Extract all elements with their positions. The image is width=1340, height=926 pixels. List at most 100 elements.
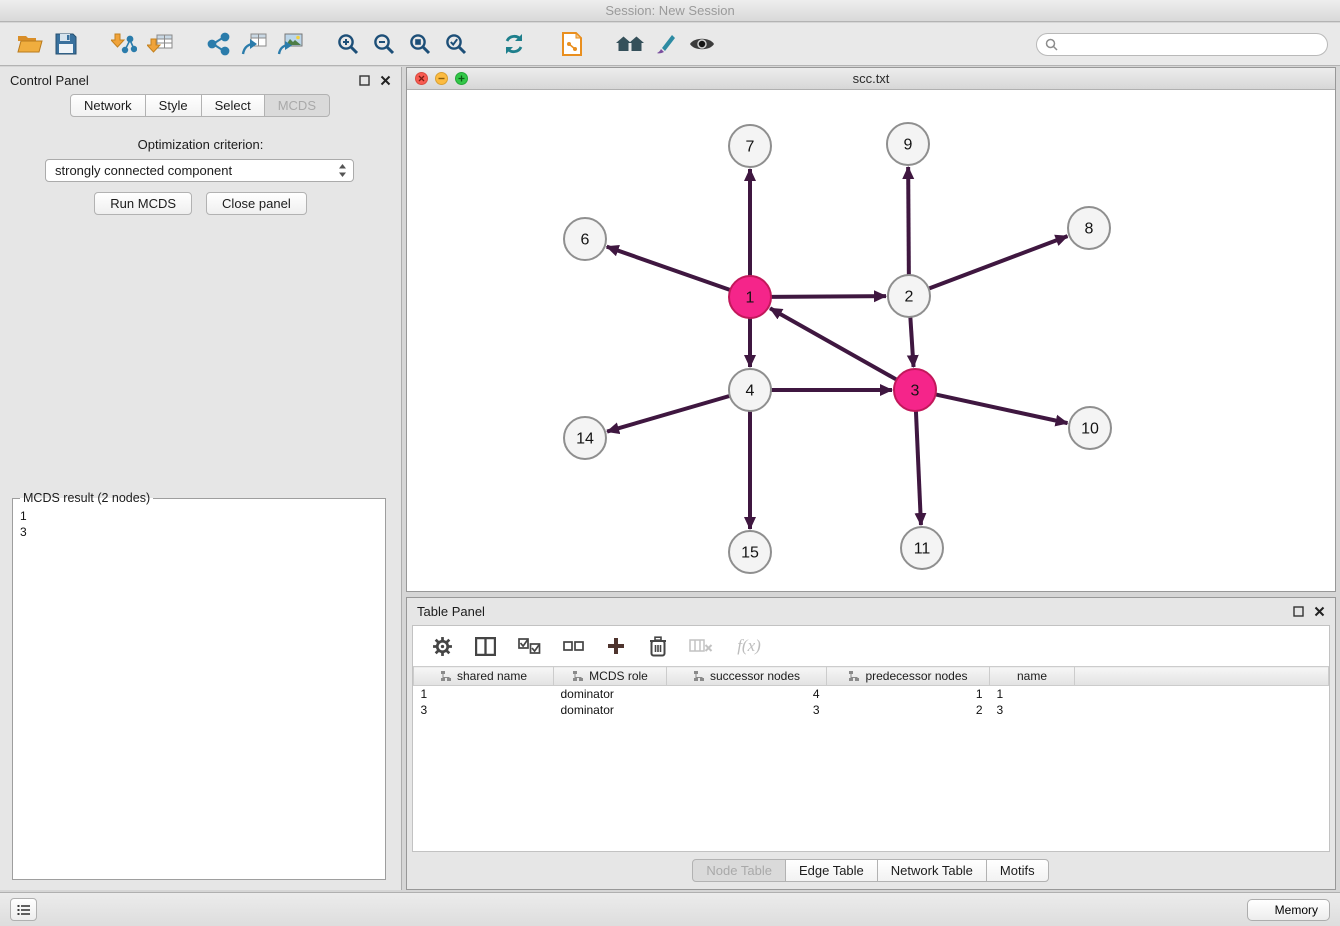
- tab-network-table[interactable]: Network Table: [877, 859, 987, 882]
- tab-node-table[interactable]: Node Table: [692, 859, 786, 882]
- graph-node-6[interactable]: 6: [564, 218, 606, 260]
- svg-text:4: 4: [746, 383, 755, 400]
- tab-edge-table[interactable]: Edge Table: [785, 859, 878, 882]
- table-settings-button[interactable]: [429, 629, 455, 663]
- open-session-button[interactable]: [12, 27, 48, 61]
- search-field[interactable]: [1036, 33, 1328, 56]
- svg-text:14: 14: [576, 431, 594, 448]
- close-panel-icon[interactable]: [380, 75, 391, 86]
- svg-text:11: 11: [914, 541, 931, 558]
- graph-node-1[interactable]: 1: [729, 276, 771, 318]
- graph-node-4[interactable]: 4: [729, 369, 771, 411]
- close-window-button[interactable]: [415, 72, 428, 85]
- export-table-button[interactable]: [236, 27, 272, 61]
- mcds-result-text: 1 3: [20, 508, 378, 540]
- first-neighbors-button[interactable]: [612, 27, 648, 61]
- graph-node-14[interactable]: 14: [564, 417, 606, 459]
- minimize-window-button[interactable]: [435, 72, 448, 85]
- deselect-all-columns-button[interactable]: [560, 629, 586, 663]
- run-mcds-button[interactable]: Run MCDS: [94, 192, 192, 215]
- save-session-button[interactable]: [48, 27, 84, 61]
- zoom-selected-button[interactable]: [438, 27, 474, 61]
- graph-edge-2-3[interactable]: [910, 317, 913, 367]
- svg-text:1: 1: [746, 290, 755, 307]
- style-paint-button[interactable]: [648, 27, 684, 61]
- table-row[interactable]: 3dominator323: [414, 702, 1329, 718]
- window-titlebar: Session: New Session: [0, 0, 1340, 22]
- graph-edge-2-9[interactable]: [908, 167, 909, 275]
- close-table-panel-icon[interactable]: [1314, 606, 1325, 617]
- select-all-columns-button[interactable]: [515, 629, 543, 663]
- column-header-name[interactable]: name: [990, 667, 1075, 686]
- float-panel-icon[interactable]: [359, 75, 370, 86]
- column-header-shared-name[interactable]: shared name: [414, 667, 554, 686]
- float-table-panel-icon[interactable]: [1293, 606, 1304, 617]
- graph-node-7[interactable]: 7: [729, 125, 771, 167]
- graph-edge-1-6[interactable]: [607, 247, 730, 290]
- export-image-button[interactable]: [272, 27, 308, 61]
- graph-node-9[interactable]: 9: [887, 123, 929, 165]
- graph-edge-3-10[interactable]: [936, 394, 1068, 423]
- svg-text:8: 8: [1085, 221, 1094, 238]
- network-view-window: scc.txt 7968124314101511: [406, 67, 1336, 592]
- tab-motifs[interactable]: Motifs: [986, 859, 1049, 882]
- add-row-button[interactable]: [603, 629, 629, 663]
- sort-hierarchy-icon: [693, 670, 705, 682]
- graph-edge-3-1[interactable]: [770, 308, 897, 379]
- network-file-button[interactable]: [554, 27, 590, 61]
- graph-edge-2-8[interactable]: [929, 236, 1068, 288]
- graph-edge-3-11[interactable]: [916, 411, 921, 525]
- table-panel: Table Panel: [406, 597, 1336, 890]
- zoom-fit-button[interactable]: [402, 27, 438, 61]
- zoom-in-button[interactable]: [330, 27, 366, 61]
- import-network-button[interactable]: [106, 27, 142, 61]
- column-header-predecessor-nodes[interactable]: predecessor nodes: [827, 667, 990, 686]
- zoom-window-button[interactable]: [455, 72, 468, 85]
- tab-network[interactable]: Network: [70, 94, 146, 117]
- select-all-icon: [518, 638, 541, 655]
- import-table-button[interactable]: [142, 27, 178, 61]
- tab-select[interactable]: Select: [201, 94, 265, 117]
- table-row[interactable]: 1dominator411: [414, 686, 1329, 702]
- graph-node-3[interactable]: 3: [894, 369, 936, 411]
- function-builder-button[interactable]: f(x): [732, 629, 766, 663]
- column-header-mcds-role[interactable]: MCDS role: [554, 667, 667, 686]
- graph-edge-4-14[interactable]: [607, 396, 730, 432]
- network-canvas[interactable]: 7 9 6 8 1 2 4 3 14 10 15 11: [407, 90, 1335, 591]
- zoom-fit-icon: [408, 32, 432, 56]
- column-header-filler: [1075, 667, 1329, 686]
- memory-button[interactable]: Memory: [1247, 899, 1330, 921]
- delete-rows-button[interactable]: [646, 629, 670, 663]
- search-input[interactable]: [1064, 37, 1319, 51]
- homes-icon: [616, 33, 644, 55]
- graph-node-2[interactable]: 2: [888, 275, 930, 317]
- style-paint-icon: [654, 32, 678, 56]
- zoom-out-icon: [372, 32, 396, 56]
- close-glyph-icon: [418, 75, 425, 82]
- svg-text:6: 6: [581, 232, 590, 249]
- table-panel-header: Table Panel: [407, 598, 1335, 624]
- optimization-criterion-select[interactable]: strongly connected component: [45, 159, 354, 182]
- graph-edge-1-2[interactable]: [771, 296, 886, 297]
- column-header-successor-nodes[interactable]: successor nodes: [667, 667, 827, 686]
- graph-node-8[interactable]: 8: [1068, 207, 1110, 249]
- sort-hierarchy-icon: [848, 670, 860, 682]
- zoom-out-button[interactable]: [366, 27, 402, 61]
- toggle-columns-button[interactable]: [472, 629, 498, 663]
- graph-node-15[interactable]: 15: [729, 531, 771, 573]
- open-folder-icon: [17, 33, 43, 55]
- tab-mcds[interactable]: MCDS: [264, 94, 330, 117]
- refresh-view-button[interactable]: [496, 27, 532, 61]
- show-hide-button[interactable]: [684, 27, 720, 61]
- tab-style[interactable]: Style: [145, 94, 202, 117]
- new-network-button[interactable]: [200, 27, 236, 61]
- task-history-button[interactable]: [10, 898, 37, 921]
- sort-hierarchy-icon: [572, 670, 584, 682]
- delete-columns-button[interactable]: [687, 629, 715, 663]
- graph-node-10[interactable]: 10: [1069, 407, 1111, 449]
- import-network-icon: [111, 32, 137, 56]
- close-panel-button[interactable]: Close panel: [206, 192, 307, 215]
- svg-text:2: 2: [905, 289, 914, 306]
- svg-text:3: 3: [911, 383, 920, 400]
- graph-node-11[interactable]: 11: [901, 527, 943, 569]
